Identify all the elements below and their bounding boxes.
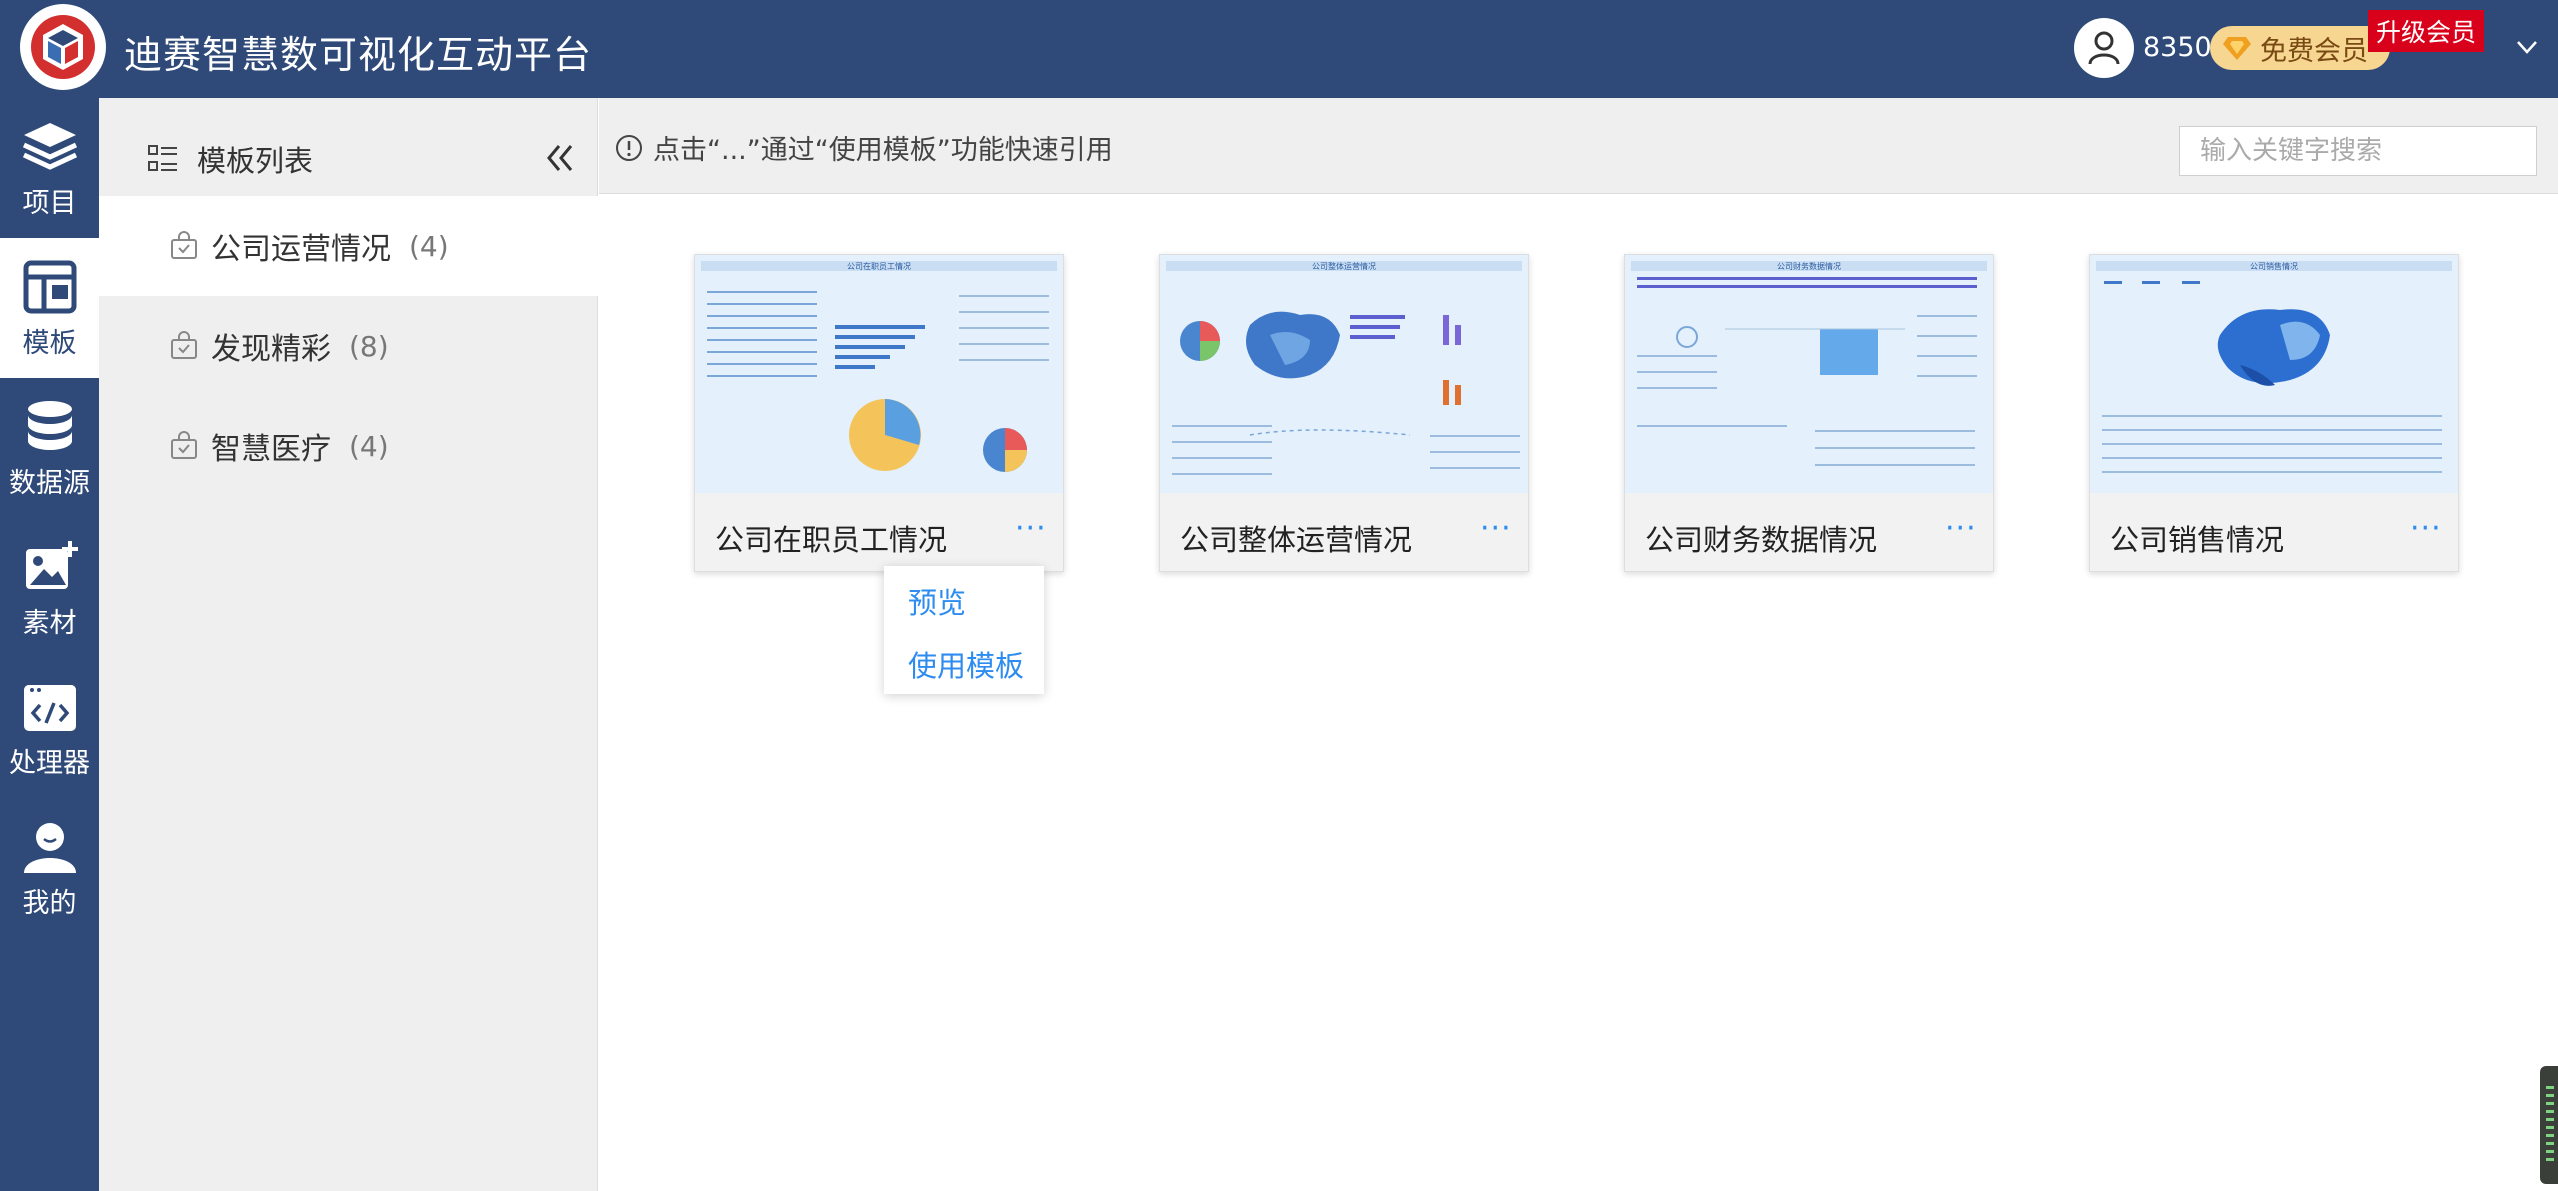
more-options-button[interactable]: ··· bbox=[2410, 511, 2442, 546]
use-template-menu-item[interactable]: 使用模板 bbox=[908, 643, 1024, 685]
template-thumbnail[interactable]: 公司在职员工情况 bbox=[695, 255, 1063, 493]
main-nav-rail: 项目 模板 数据源 素材 处理器 我的 bbox=[0, 98, 99, 1191]
thumbnail-title: 公司财务数据情况 bbox=[1777, 261, 1841, 271]
category-count: (4) bbox=[409, 229, 449, 263]
more-options-button[interactable]: ··· bbox=[1945, 511, 1977, 546]
content-toolbar: 点击“...”通过“使用模板”功能快速引用 bbox=[599, 98, 2558, 194]
upgrade-member-button[interactable]: 升级会员 bbox=[2368, 10, 2485, 52]
chevron-down-icon[interactable] bbox=[2512, 32, 2542, 62]
database-icon bbox=[27, 400, 72, 450]
user-points: 8350 bbox=[2143, 32, 2212, 63]
category-name: 智慧医疗 bbox=[211, 432, 331, 467]
diamond-icon bbox=[2223, 37, 2251, 60]
category-name: 发现精彩 bbox=[211, 332, 331, 367]
hint-text: 点击“...”通过“使用模板”功能快速引用 bbox=[653, 135, 1113, 166]
template-name: 公司销售情况 bbox=[2110, 523, 2285, 557]
layers-icon bbox=[22, 122, 77, 170]
nav-item-template[interactable]: 模板 bbox=[0, 238, 99, 378]
bag-icon bbox=[171, 331, 197, 359]
category-count: (4) bbox=[349, 429, 389, 463]
nav-label: 素材 bbox=[22, 607, 77, 639]
template-list-panel: 模板列表 公司运营情况 (4) 发现精彩 (8) 智慧医疗 (4) bbox=[99, 98, 598, 1191]
user-avatar-icon[interactable] bbox=[2074, 18, 2134, 78]
panel-title: 模板列表 bbox=[197, 144, 314, 178]
collapse-double-chevron-icon[interactable] bbox=[539, 138, 579, 178]
template-card[interactable]: 公司销售情况 公司销售情况 ··· bbox=[2089, 254, 2459, 572]
usage-hint: 点击“...”通过“使用模板”功能快速引用 bbox=[615, 128, 1113, 167]
more-options-button[interactable]: ··· bbox=[1480, 511, 1512, 546]
member-label: 免费会员 bbox=[2260, 35, 2368, 67]
floating-side-widget[interactable] bbox=[2540, 1066, 2558, 1184]
thumbnail-title: 公司在职员工情况 bbox=[847, 261, 911, 271]
member-badge[interactable]: 免费会员 bbox=[2210, 26, 2390, 70]
code-icon bbox=[23, 684, 76, 731]
thumbnail-title: 公司整体运营情况 bbox=[1312, 261, 1376, 271]
nav-item-datasource[interactable]: 数据源 bbox=[0, 378, 99, 518]
category-item-discover[interactable]: 发现精彩 (8) bbox=[99, 296, 598, 396]
preview-menu-item[interactable]: 预览 bbox=[908, 580, 966, 622]
search-input[interactable] bbox=[2179, 126, 2537, 176]
top-header: 迪赛智慧数可视化互动平台 8350 免费会员 升级会员 bbox=[0, 0, 2558, 98]
thumbnail-title: 公司销售情况 bbox=[2250, 261, 2298, 271]
bag-icon bbox=[171, 231, 197, 259]
nav-label: 模板 bbox=[22, 327, 77, 359]
template-icon bbox=[23, 260, 76, 313]
nav-item-mine[interactable]: 我的 bbox=[0, 798, 99, 938]
template-options-menu: 预览 使用模板 bbox=[884, 566, 1044, 694]
category-item-smart-medical[interactable]: 智慧医疗 (4) bbox=[99, 396, 598, 496]
cube-logo-icon[interactable] bbox=[20, 4, 106, 90]
template-thumbnail[interactable]: 公司销售情况 bbox=[2090, 255, 2458, 493]
nav-label: 数据源 bbox=[9, 467, 90, 499]
bag-icon bbox=[171, 431, 197, 459]
nav-label: 我的 bbox=[22, 887, 77, 919]
list-icon bbox=[148, 145, 177, 171]
nav-item-material[interactable]: 素材 bbox=[0, 518, 99, 658]
template-card[interactable]: 公司在职员工情况 公司在职员工情况 ··· bbox=[694, 254, 1064, 572]
category-name: 公司运营情况 bbox=[211, 232, 391, 267]
template-card[interactable]: 公司整体运营情况 公司整体运营情况 ··· bbox=[1159, 254, 1529, 572]
template-thumbnail[interactable]: 公司整体运营情况 bbox=[1160, 255, 1528, 493]
nav-item-project[interactable]: 项目 bbox=[0, 98, 99, 238]
nav-label: 项目 bbox=[22, 187, 77, 219]
user-icon bbox=[23, 822, 76, 873]
panel-header: 模板列表 bbox=[147, 138, 313, 180]
template-name: 公司财务数据情况 bbox=[1645, 523, 1878, 557]
template-card[interactable]: 公司财务数据情况 公司财务数据情况 ··· bbox=[1624, 254, 1994, 572]
category-count: (8) bbox=[349, 329, 389, 363]
category-item-company-operation[interactable]: 公司运营情况 (4) bbox=[99, 196, 598, 296]
template-name: 公司整体运营情况 bbox=[1180, 523, 1413, 557]
template-thumbnail[interactable]: 公司财务数据情况 bbox=[1625, 255, 1993, 493]
app-title: 迪赛智慧数可视化互动平台 bbox=[124, 33, 593, 77]
image-add-icon bbox=[25, 540, 78, 589]
nav-label: 处理器 bbox=[9, 747, 90, 779]
nav-item-processor[interactable]: 处理器 bbox=[0, 658, 99, 798]
template-name: 公司在职员工情况 bbox=[715, 523, 948, 557]
info-circle-icon bbox=[616, 134, 642, 161]
more-options-button[interactable]: ··· bbox=[1015, 511, 1047, 546]
